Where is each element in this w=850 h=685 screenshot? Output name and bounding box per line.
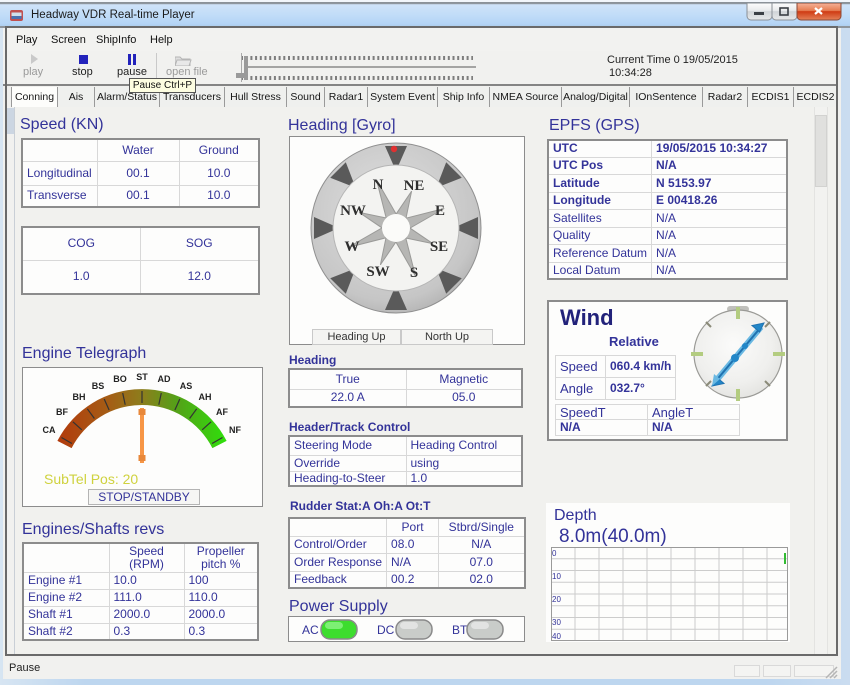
svg-text:CA: CA	[43, 425, 56, 435]
svg-text:SE: SE	[430, 239, 448, 255]
svg-text:NW: NW	[340, 203, 366, 219]
svg-text:BH: BH	[73, 392, 86, 402]
svg-text:AS: AS	[180, 381, 193, 391]
svg-text:10: 10	[552, 572, 561, 581]
svg-text:20: 20	[552, 595, 561, 604]
svg-text:NE: NE	[404, 178, 425, 194]
svg-text:40: 40	[552, 632, 561, 641]
svg-text:E: E	[435, 203, 445, 219]
svg-text:NF: NF	[229, 425, 241, 435]
svg-text:AD: AD	[158, 374, 171, 384]
svg-text:AF: AF	[216, 407, 228, 417]
svg-text:BO: BO	[113, 374, 127, 384]
svg-text:BF: BF	[56, 407, 68, 417]
svg-text:ST: ST	[136, 372, 148, 382]
svg-text:S: S	[410, 265, 418, 281]
svg-text:SW: SW	[366, 264, 389, 280]
svg-text:N: N	[373, 177, 384, 193]
svg-text:0: 0	[552, 549, 557, 558]
svg-text:BS: BS	[92, 381, 105, 391]
svg-text:30: 30	[552, 618, 561, 627]
svg-text:AH: AH	[199, 392, 212, 402]
svg-text:W: W	[345, 239, 360, 255]
